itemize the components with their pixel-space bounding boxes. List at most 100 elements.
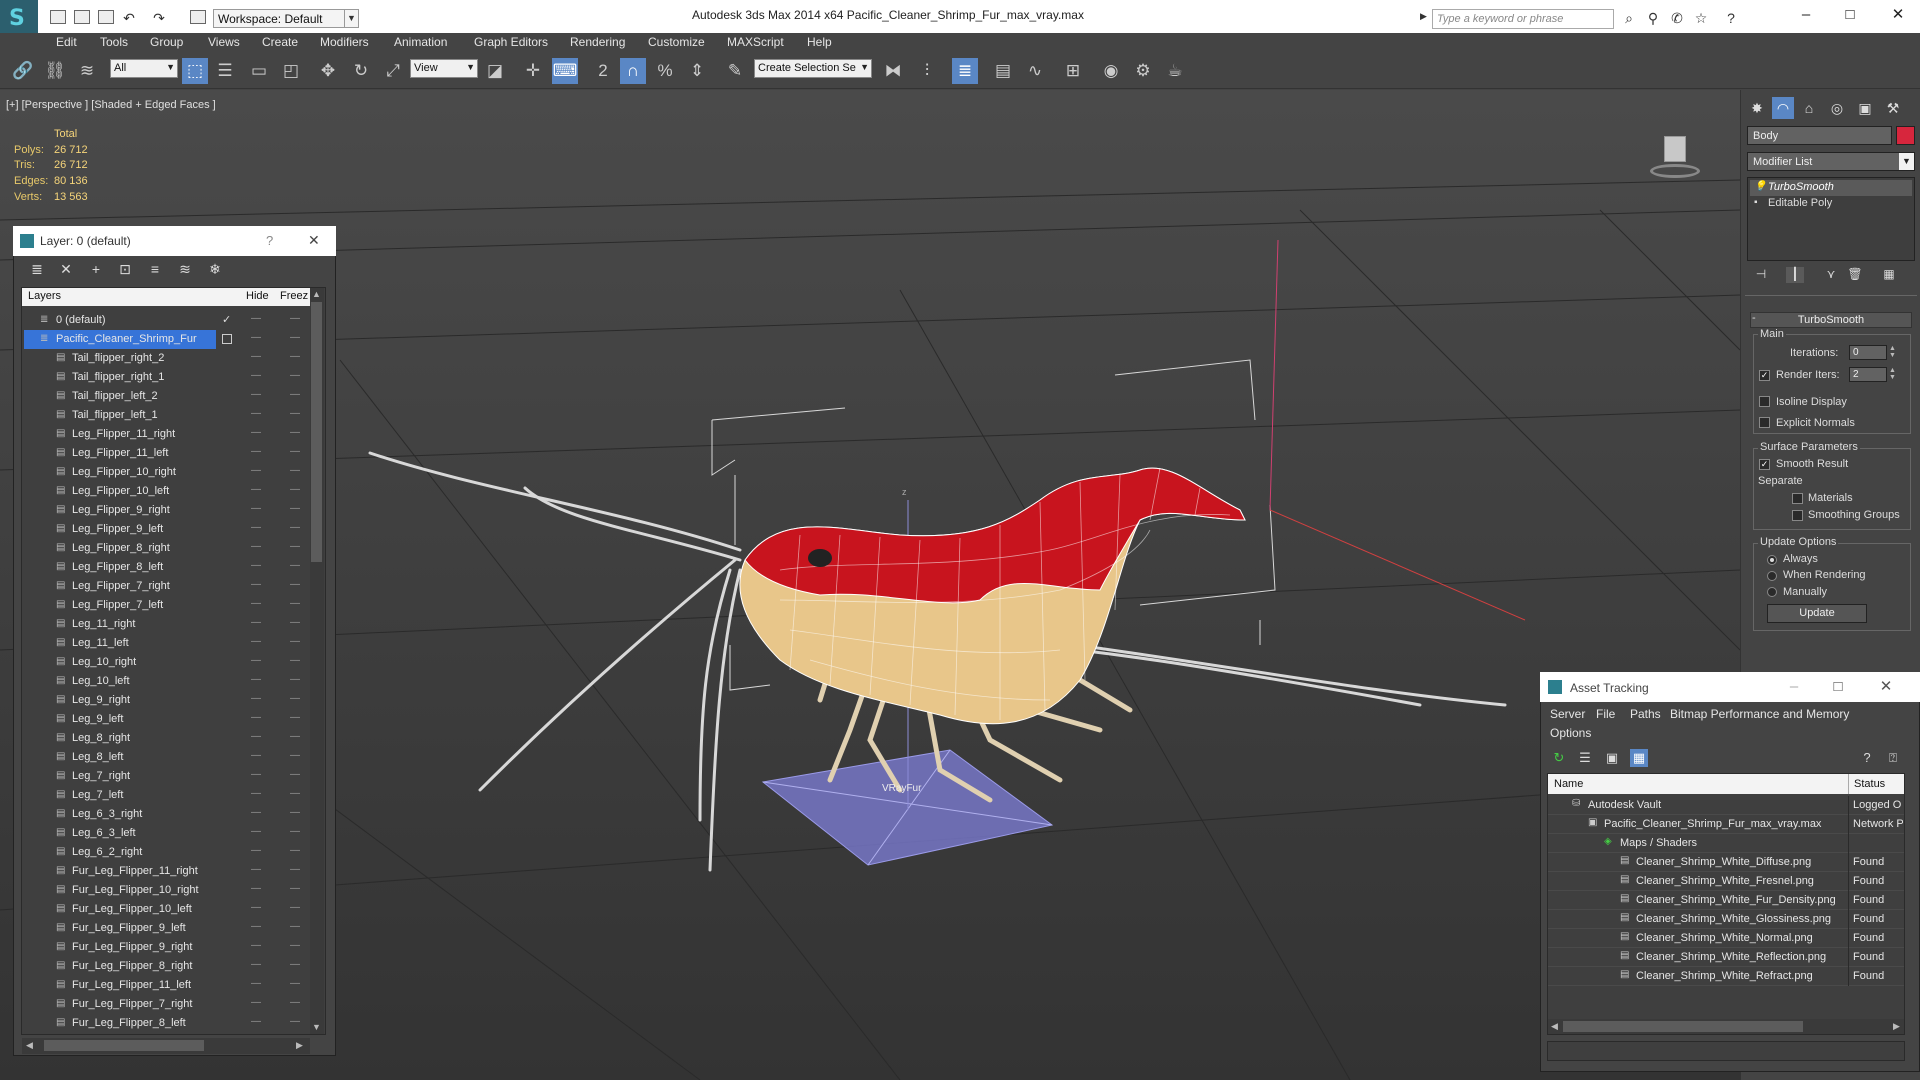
freeze-toggle[interactable]: — xyxy=(290,579,300,590)
freeze-toggle[interactable]: — xyxy=(290,446,300,457)
freeze-toggle[interactable]: — xyxy=(290,313,300,324)
asset-row[interactable]: ▤ Cleaner_Shrimp_White_Refract.png Found xyxy=(1548,967,1904,986)
create-layer-icon[interactable]: ≣ xyxy=(28,260,46,278)
expand-box-icon[interactable]: ▪ xyxy=(1754,197,1758,208)
new-file-icon[interactable] xyxy=(50,10,66,24)
freeze-toggle[interactable]: — xyxy=(290,674,300,685)
save-file-icon[interactable] xyxy=(98,10,114,24)
pin-stack-icon[interactable]: ⊣ xyxy=(1752,267,1770,283)
freeze-toggle[interactable]: — xyxy=(290,693,300,704)
object-name-field[interactable]: Body xyxy=(1747,126,1892,145)
layer-row[interactable]: ▤ Fur_Leg_Flipper_8_right — — xyxy=(22,957,316,976)
pivot-center-icon[interactable]: ◪ xyxy=(482,58,508,84)
freeze-toggle[interactable]: — xyxy=(290,389,300,400)
asset-row[interactable]: ▤ Cleaner_Shrimp_White_Reflection.png Foun… xyxy=(1548,948,1904,967)
close-icon[interactable]: ✕ xyxy=(1876,678,1896,696)
freeze-toggle[interactable]: — xyxy=(290,883,300,894)
scale-icon[interactable]: ⤢ xyxy=(380,58,406,84)
hide-toggle[interactable]: — xyxy=(251,351,261,362)
freeze-toggle[interactable]: — xyxy=(290,332,300,343)
layers-column-header[interactable]: Layers xyxy=(28,290,61,302)
freeze-toggle[interactable]: — xyxy=(290,370,300,381)
layer-row[interactable]: ▤ Leg_9_left — — xyxy=(22,710,316,729)
move-icon[interactable]: ✥ xyxy=(315,58,341,84)
stack-item-turbosmooth[interactable]: 💡 TurboSmooth xyxy=(1750,180,1912,196)
status-column-header[interactable]: Status xyxy=(1854,778,1885,790)
hide-toggle[interactable]: — xyxy=(251,769,261,780)
layer-row[interactable]: ▤ Leg_Flipper_11_left — — xyxy=(22,444,316,463)
material-editor-icon[interactable]: ◉ xyxy=(1098,58,1124,84)
layer-row[interactable]: ▤ Fur_Leg_Flipper_7_right — — xyxy=(22,995,316,1014)
search-input[interactable]: Type a keyword or phrase xyxy=(1432,9,1614,29)
link-icon[interactable]: 🔗 xyxy=(10,58,36,84)
utilities-tab-icon[interactable]: ⚒ xyxy=(1882,97,1904,119)
snaps-toggle-icon[interactable]: 2 xyxy=(590,58,616,84)
active-layer-check-icon[interactable]: ✓ xyxy=(222,313,231,326)
remove-modifier-icon[interactable]: 🗑 xyxy=(1846,267,1864,283)
help-icon[interactable]: ? xyxy=(1722,9,1740,27)
layer-row[interactable]: ▤ Tail_flipper_right_1 — — xyxy=(22,368,316,387)
asset-menu-file[interactable]: File xyxy=(1596,707,1615,721)
freeze-toggle[interactable]: — xyxy=(290,769,300,780)
chevron-down-icon[interactable]: ▼ xyxy=(1899,153,1914,170)
rotate-icon[interactable]: ↻ xyxy=(348,58,374,84)
layer-row[interactable]: ▤ Leg_10_left — — xyxy=(22,672,316,691)
hide-toggle[interactable]: — xyxy=(251,712,261,723)
freeze-toggle[interactable]: — xyxy=(290,712,300,723)
render-teapot-icon[interactable]: ☕ xyxy=(1162,58,1188,84)
hide-toggle[interactable]: — xyxy=(251,370,261,381)
schematic-view-icon[interactable]: ⊞ xyxy=(1060,58,1086,84)
menu-graph-editors[interactable]: Graph Editors xyxy=(474,35,548,49)
asset-row[interactable]: ▣ Pacific_Cleaner_Shrimp_Fur_max_vray.max… xyxy=(1548,815,1904,834)
hide-toggle[interactable]: — xyxy=(251,693,261,704)
always-radio[interactable] xyxy=(1767,555,1777,565)
layer-row[interactable]: ▤ Fur_Leg_Flipper_9_left — — xyxy=(22,919,316,938)
delete-layer-icon[interactable]: ✕ xyxy=(57,260,75,278)
hide-toggle[interactable]: — xyxy=(251,617,261,628)
hide-toggle[interactable]: — xyxy=(251,522,261,533)
freeze-toggle[interactable]: — xyxy=(290,598,300,609)
freeze-toggle[interactable]: — xyxy=(290,826,300,837)
hide-toggle[interactable]: — xyxy=(251,446,261,457)
select-object-icon[interactable]: ⬚ xyxy=(182,58,208,84)
freeze-toggle[interactable]: — xyxy=(290,845,300,856)
layer-row[interactable]: ▤ Fur_Leg_Flipper_11_left — — xyxy=(22,976,316,995)
hide-toggle[interactable]: — xyxy=(251,674,261,685)
close-icon[interactable]: ✕ xyxy=(308,232,320,249)
layer-row[interactable]: ▤ Tail_flipper_left_2 — — xyxy=(22,387,316,406)
asset-row[interactable]: ▤ Cleaner_Shrimp_White_Fresnel.png Found xyxy=(1548,872,1904,891)
named-selection-dropdown[interactable]: Create Selection Se ▼ xyxy=(754,59,872,78)
scroll-left-icon[interactable]: ◀ xyxy=(1551,1021,1558,1032)
layer-row[interactable]: ▤ Leg_9_right — — xyxy=(22,691,316,710)
hide-toggle[interactable]: — xyxy=(251,389,261,400)
layer-row[interactable]: ▤ Leg_Flipper_11_right — — xyxy=(22,425,316,444)
menu-tools[interactable]: Tools xyxy=(100,35,128,49)
asset-menu-bitmap-performance[interactable]: Bitmap Performance and Memory xyxy=(1670,707,1849,721)
layer-row[interactable]: ▤ Leg_Flipper_8_left — — xyxy=(22,558,316,577)
freeze-toggle[interactable]: — xyxy=(290,940,300,951)
layer-row[interactable]: ▤ Leg_6_2_right — — xyxy=(22,843,316,862)
make-unique-icon[interactable]: ⋎ xyxy=(1822,267,1840,283)
layer-row[interactable]: ▤ Leg_Flipper_7_right — — xyxy=(22,577,316,596)
layer-row[interactable]: ▤ Fur_Leg_Flipper_8_left — — xyxy=(22,1014,316,1033)
when-rendering-radio[interactable] xyxy=(1767,571,1777,581)
minimize-icon[interactable]: – xyxy=(1784,678,1804,696)
list-view-icon[interactable]: ☰ xyxy=(1576,749,1594,767)
modify-tab-icon[interactable]: ◠ xyxy=(1772,97,1794,119)
scroll-down-icon[interactable]: ▼ xyxy=(312,1022,321,1032)
freeze-toggle[interactable]: — xyxy=(290,750,300,761)
hide-toggle[interactable]: — xyxy=(251,750,261,761)
explicit-normals-checkbox[interactable] xyxy=(1759,417,1770,428)
freeze-toggle[interactable]: — xyxy=(290,541,300,552)
layer-row[interactable]: ▤ Leg_8_right — — xyxy=(22,729,316,748)
maximize-icon[interactable]: □ xyxy=(1840,6,1860,24)
chevron-down-icon[interactable]: ▼ xyxy=(344,9,358,28)
freeze-toggle[interactable]: — xyxy=(290,902,300,913)
layer-row[interactable]: ▤ Tail_flipper_left_1 — — xyxy=(22,406,316,425)
binoculars-icon[interactable]: ⌕ xyxy=(1620,9,1638,27)
manually-radio[interactable] xyxy=(1767,587,1777,597)
layer-row[interactable]: ▤ Leg_Flipper_10_right — — xyxy=(22,463,316,482)
hide-toggle[interactable]: — xyxy=(251,579,261,590)
hide-column-header[interactable]: Hide xyxy=(246,290,269,302)
percent-snap-icon[interactable]: % xyxy=(652,58,678,84)
